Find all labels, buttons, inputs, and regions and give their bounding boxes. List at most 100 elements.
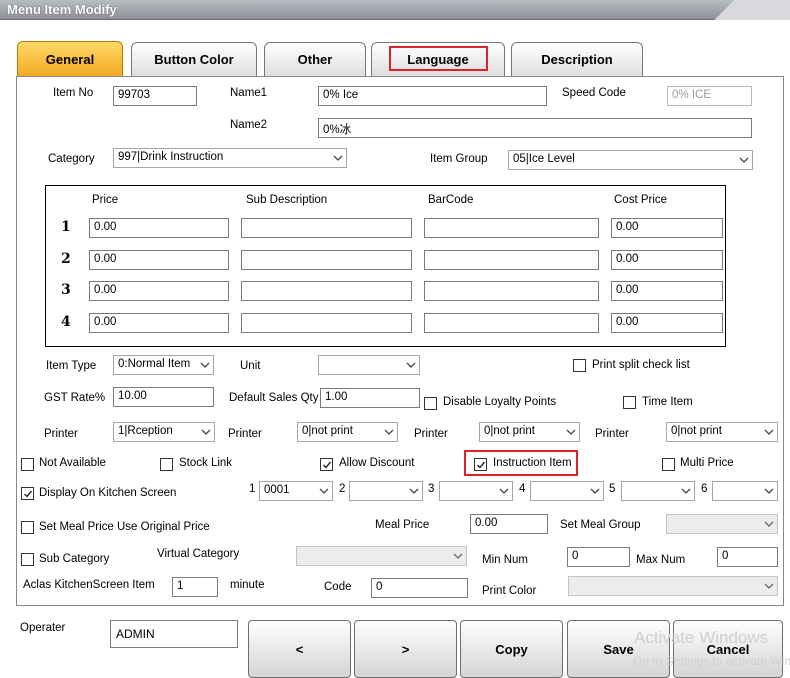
next-button[interactable]: > [354,620,457,678]
previous-button[interactable]: < [248,620,351,678]
sub-description-field[interactable] [241,218,412,238]
name1-label: Name1 [230,87,268,99]
kitchen-screen-3-select[interactable] [439,481,513,501]
barcode-header: BarCode [428,194,474,206]
default-sales-qty-field[interactable]: 1.00 [320,388,420,408]
set-meal-group-select[interactable] [666,514,778,534]
printer-3-value: 0|not print [484,425,535,437]
allow-discount-label: Allow Discount [339,457,415,469]
chevron-down-icon [318,484,329,497]
unit-select[interactable] [318,355,420,375]
name2-field[interactable]: 0%冰 [318,118,752,138]
barcode-field[interactable] [424,281,599,301]
virtual-category-select[interactable] [296,546,467,566]
kitchen-screen-1-select[interactable]: 0001 [259,481,333,501]
row-number: 4 [61,314,71,330]
printer-2-select[interactable]: 0|not print [297,422,398,442]
minute-label: minute [230,579,265,591]
cost-price-field[interactable]: 0.00 [611,250,723,270]
item-group-select[interactable]: 05|Ice Level [508,150,753,170]
item-type-select[interactable]: 0:Normal Item [113,355,214,375]
printer-label: Printer [228,428,262,440]
instruction-item-checkbox[interactable] [474,458,487,471]
chevron-down-icon [199,358,210,371]
kitchen-screen-5-select[interactable] [621,481,695,501]
disable-loyalty-checkbox[interactable] [424,397,437,410]
copy-button[interactable]: Copy [460,620,563,678]
printer-label: Printer [44,428,78,440]
allow-discount-checkbox[interactable] [320,458,333,471]
chevron-down-icon [332,151,343,164]
code-field[interactable]: 0 [371,578,468,598]
printer-2-value: 0|not print [302,425,353,437]
kitchen-screen-4-select[interactable] [530,481,604,501]
time-item-checkbox[interactable] [623,396,636,409]
sub-description-field[interactable] [241,313,412,333]
name2-label: Name2 [230,119,268,131]
kitchen-screen-6-select[interactable] [712,481,778,501]
kitchen-screen-num: 1 [249,483,256,495]
sub-description-field[interactable] [241,250,412,270]
print-color-select[interactable] [568,576,778,596]
name1-field[interactable]: 0% Ice [318,86,547,106]
printer-1-value: 1|Rception [118,425,173,437]
disable-loyalty-label: Disable Loyalty Points [443,396,557,408]
kitchen-screen-2-select[interactable] [349,481,423,501]
cost-price-field[interactable]: 0.00 [611,281,723,301]
price-field[interactable]: 0.00 [89,313,229,333]
barcode-field[interactable] [424,313,599,333]
not-available-checkbox[interactable] [21,458,34,471]
sub-category-checkbox[interactable] [21,553,34,566]
tab-description[interactable]: Description [511,42,643,76]
printer-label: Printer [595,428,629,440]
item-no-field[interactable]: 99703 [113,86,197,106]
item-type-label: Item Type [46,360,97,372]
speed-code-field[interactable]: 0% ICE [667,86,752,106]
price-field[interactable]: 0.00 [89,250,229,270]
window-title: Menu Item Modify [7,2,117,17]
cost-price-field[interactable]: 0.00 [611,313,723,333]
watermark-subtitle: Go to Settings to activate Windows. [633,654,790,668]
not-available-label: Not Available [39,457,106,469]
watermark-title: Activate Windows [634,628,769,647]
printer-1-select[interactable]: 1|Rception [113,422,215,442]
printer-4-select[interactable]: 0|not print [666,422,778,442]
cost-price-field[interactable]: 0.00 [611,218,723,238]
gst-rate-field[interactable]: 10.00 [113,387,214,407]
price-field[interactable]: 0.00 [89,218,229,238]
sub-description-field[interactable] [241,281,412,301]
chevron-down-icon [200,425,211,438]
chevron-down-icon [589,484,600,497]
price-header: Price [92,194,119,206]
kitchen-screen-num: 2 [339,483,346,495]
stock-link-checkbox[interactable] [160,458,173,471]
category-label: Category [48,153,95,165]
tab-button-color[interactable]: Button Color [131,42,257,76]
printer-3-select[interactable]: 0|not print [479,422,580,442]
category-select[interactable]: 997|Drink Instruction [113,148,347,168]
set-meal-original-checkbox[interactable] [21,521,34,534]
price-field[interactable]: 0.00 [89,281,229,301]
tab-general[interactable]: General [17,41,123,77]
aclas-kitchen-label: Aclas KitchenScreen Item [23,579,155,591]
barcode-field[interactable] [424,250,599,270]
item-type-value: 0:Normal Item [118,358,191,370]
min-num-field[interactable]: 0 [567,547,630,567]
display-kitchen-checkbox[interactable] [21,487,34,500]
aclas-minutes-field[interactable]: 1 [172,577,218,597]
print-split-checkbox[interactable] [573,359,586,372]
kitchen-screen-num: 4 [519,483,526,495]
multi-price-label: Multi Price [680,457,734,469]
chevron-down-icon [452,549,463,562]
item-no-label: Item No [53,87,94,99]
sub-description-header: Sub Description [246,194,328,206]
gst-rate-label: GST Rate% [44,392,106,404]
tab-other[interactable]: Other [264,42,366,76]
chevron-down-icon [763,484,774,497]
max-num-field[interactable]: 0 [717,547,778,567]
min-num-label: Min Num [482,554,529,566]
default-sales-qty-label: Default Sales Qty [229,392,319,404]
barcode-field[interactable] [424,218,599,238]
multi-price-checkbox[interactable] [662,458,675,471]
meal-price-field[interactable]: 0.00 [470,514,548,534]
